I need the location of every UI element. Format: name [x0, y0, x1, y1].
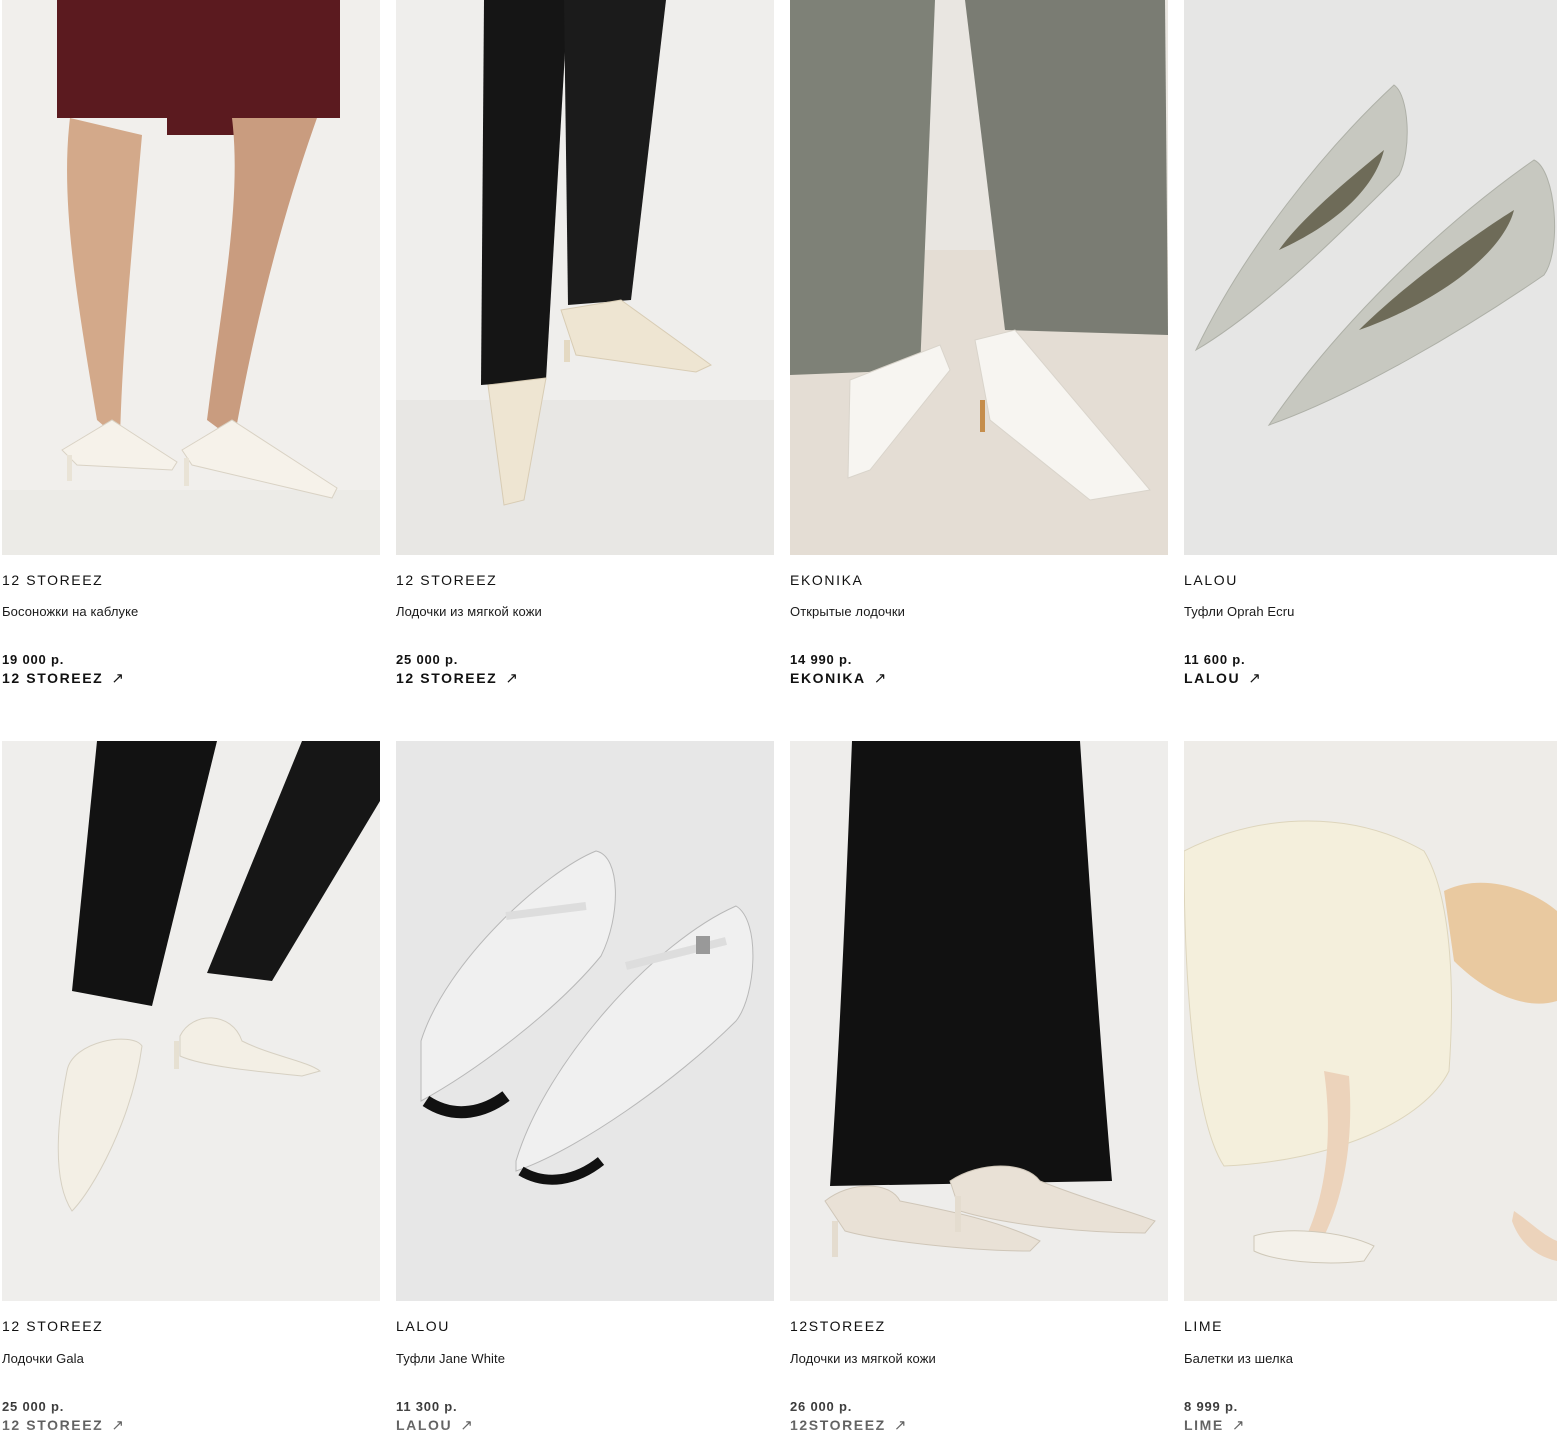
product-price: 26 000 р. [790, 1399, 853, 1414]
product-title: Лодочки Gala [2, 1351, 84, 1366]
external-arrow-icon: ↗ [1248, 670, 1261, 687]
product-title: Открытые лодочки [790, 604, 905, 619]
product-title: Туфли Oprah Ecru [1184, 604, 1295, 619]
store-link[interactable]: 12 STOREEZ ↗ [2, 1416, 124, 1434]
store-link-label: 12 STOREEZ [396, 670, 498, 686]
product-brand: EKONIKA [790, 572, 864, 588]
product-price: 25 000 р. [396, 652, 459, 667]
external-arrow-icon: ↗ [1231, 1417, 1245, 1434]
store-link-label: LALOU [1184, 670, 1241, 686]
product-title: Балетки из шелка [1184, 1351, 1294, 1366]
product-title: Босоножки на каблуке [2, 604, 139, 619]
product-grid: 12 STOREEZ Босоножки на каблуке 19 000 р… [0, 0, 1557, 1447]
external-arrow-icon: ↗ [111, 670, 124, 687]
external-arrow-icon: ↗ [460, 1417, 473, 1434]
knit-pumps-photo[interactable] [790, 741, 1168, 1301]
product-price: 25 000 р. [2, 1399, 65, 1414]
strappy-heeled-sandals-photo[interactable] [2, 0, 380, 555]
store-link-label: 12STOREEZ [790, 1417, 886, 1433]
pointed-pumps-photo[interactable] [2, 741, 380, 1301]
store-link[interactable]: LALOU ↗ [1184, 669, 1261, 687]
silk-ballet-flats-photo[interactable] [1184, 741, 1557, 1301]
product-brand: 12 STOREEZ [2, 572, 104, 588]
product-title: Лодочки из мягкой кожи [396, 604, 542, 619]
store-link[interactable]: 12STOREEZ ↗ [790, 1416, 906, 1434]
external-arrow-icon: ↗ [111, 1417, 124, 1434]
store-link-label: EKONIKA [790, 670, 866, 686]
product-price: 11 600 р. [1184, 652, 1246, 667]
product-brand: LALOU [1184, 572, 1238, 588]
store-link[interactable]: LIME ↗ [1184, 1416, 1244, 1434]
product-brand: LIME [1184, 1318, 1224, 1334]
product-price: 19 000 р. [2, 652, 65, 667]
mary-jane-flats-photo[interactable] [396, 741, 774, 1301]
bottom-fade-overlay [0, 1387, 1557, 1447]
product-title: Туфли Jane White [396, 1351, 506, 1366]
external-arrow-icon: ↗ [505, 670, 518, 687]
product-title: Лодочки из мягкой кожи [790, 1351, 936, 1366]
product-price: 14 990 р. [790, 652, 853, 667]
product-brand: 12 STOREEZ [396, 572, 498, 588]
store-link-label: LALOU [396, 1417, 453, 1433]
store-link-label: 12 STOREEZ [2, 670, 104, 686]
store-link-label: 12 STOREEZ [2, 1417, 104, 1433]
product-brand: LALOU [396, 1318, 450, 1334]
product-price: 8 999 р. [1184, 1399, 1239, 1414]
product-brand: 12 STOREEZ [2, 1318, 104, 1334]
pointed-flats-photo[interactable] [1184, 0, 1557, 555]
product-price: 11 300 р. [396, 1399, 458, 1414]
store-link[interactable]: 12 STOREEZ ↗ [396, 669, 518, 687]
store-link[interactable]: EKONIKA ↗ [790, 669, 886, 687]
store-link-label: LIME [1184, 1417, 1224, 1433]
soft-leather-pumps-photo[interactable] [396, 0, 774, 555]
external-arrow-icon: ↗ [893, 1417, 907, 1434]
product-brand: 12STOREEZ [790, 1318, 886, 1334]
store-link[interactable]: 12 STOREEZ ↗ [2, 669, 124, 687]
external-arrow-icon: ↗ [873, 670, 887, 687]
store-link[interactable]: LALOU ↗ [396, 1416, 473, 1434]
open-pumps-photo[interactable] [790, 0, 1168, 555]
